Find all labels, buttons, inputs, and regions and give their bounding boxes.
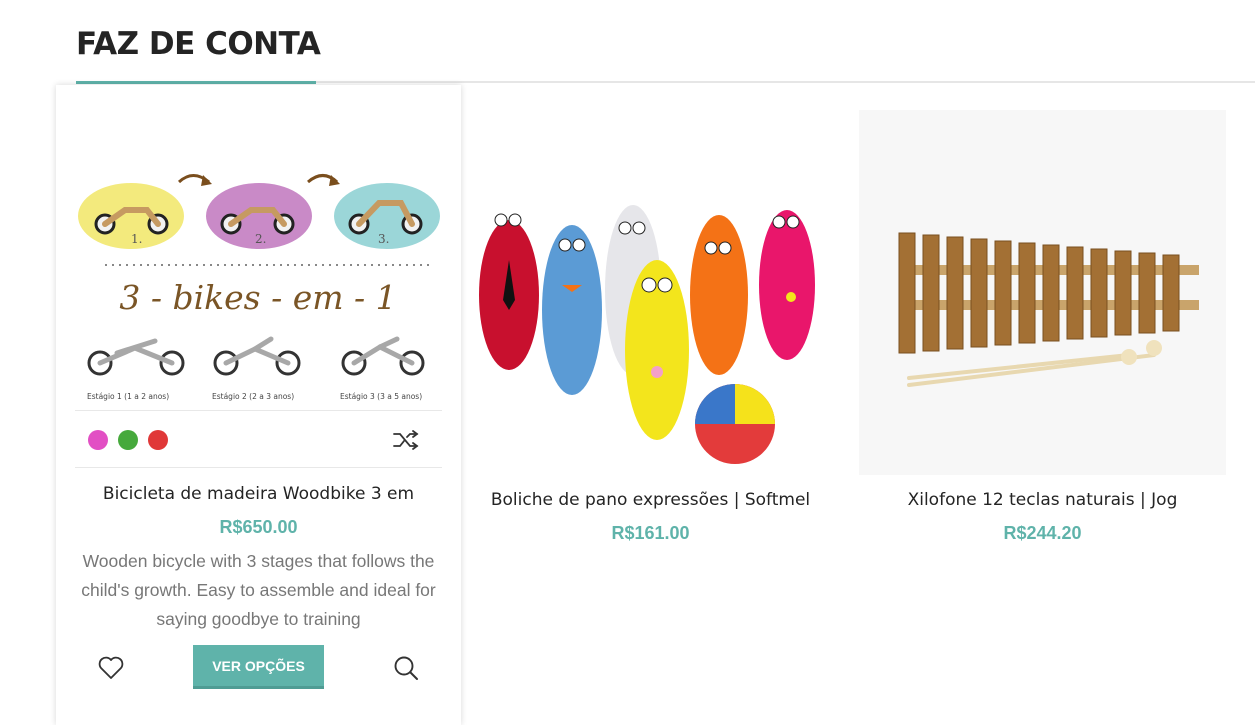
product-image-woodbike[interactable]: 1. 2. 3. 3 - bikes - em - 1 Estágio 1 (1… xyxy=(75,103,442,410)
color-swatch-red[interactable] xyxy=(148,430,168,450)
heart-icon[interactable] xyxy=(97,655,125,681)
product-name-boliche[interactable]: Boliche de pano expressões | Softmel xyxy=(467,490,834,510)
shuffle-icon[interactable] xyxy=(392,428,420,452)
card-divider-bottom xyxy=(75,467,442,468)
view-options-button[interactable]: VER OPÇÕES xyxy=(193,645,324,689)
product-price-xilofone: R$244.20 xyxy=(1003,523,1082,543)
color-swatch-pink[interactable] xyxy=(88,430,108,450)
product-description-woodbike: Wooden bicycle with 3 stages that follow… xyxy=(81,551,436,629)
product-name-woodbike[interactable]: Bicicleta de madeira Woodbike 3 em xyxy=(75,484,442,504)
svg-text:Estágio 3 (3 a 5 anos): Estágio 3 (3 a 5 anos) xyxy=(340,392,422,401)
product-price-woodbike: R$650.00 xyxy=(219,517,298,537)
product-name-xilofone[interactable]: Xilofone 12 teclas naturais | Jog xyxy=(859,490,1226,510)
title-accent-underline xyxy=(76,81,316,84)
product-image-xilofone[interactable] xyxy=(859,110,1226,475)
card-divider-top xyxy=(75,410,442,411)
svg-text:3.: 3. xyxy=(378,232,389,246)
svg-text:2.: 2. xyxy=(255,232,266,246)
svg-text:Estágio 2 (2 a 3 anos): Estágio 2 (2 a 3 anos) xyxy=(212,392,294,401)
svg-text:1.: 1. xyxy=(131,232,142,246)
product-price-boliche: R$161.00 xyxy=(611,523,690,543)
svg-text:Estágio 1 (1 a 2 anos): Estágio 1 (1 a 2 anos) xyxy=(87,392,169,401)
section-title: FAZ DE CONTA xyxy=(76,26,321,62)
color-swatch-green[interactable] xyxy=(118,430,138,450)
xylophone-illustration xyxy=(898,232,1199,387)
svg-text:3 - bikes - em - 1: 3 - bikes - em - 1 xyxy=(119,278,396,317)
search-icon[interactable] xyxy=(392,654,420,682)
bowling-pins-illustration xyxy=(479,205,815,464)
product-image-boliche[interactable] xyxy=(467,110,834,475)
woodbike-illustration: 1. 2. 3. 3 - bikes - em - 1 Estágio 1 (1… xyxy=(78,174,440,401)
